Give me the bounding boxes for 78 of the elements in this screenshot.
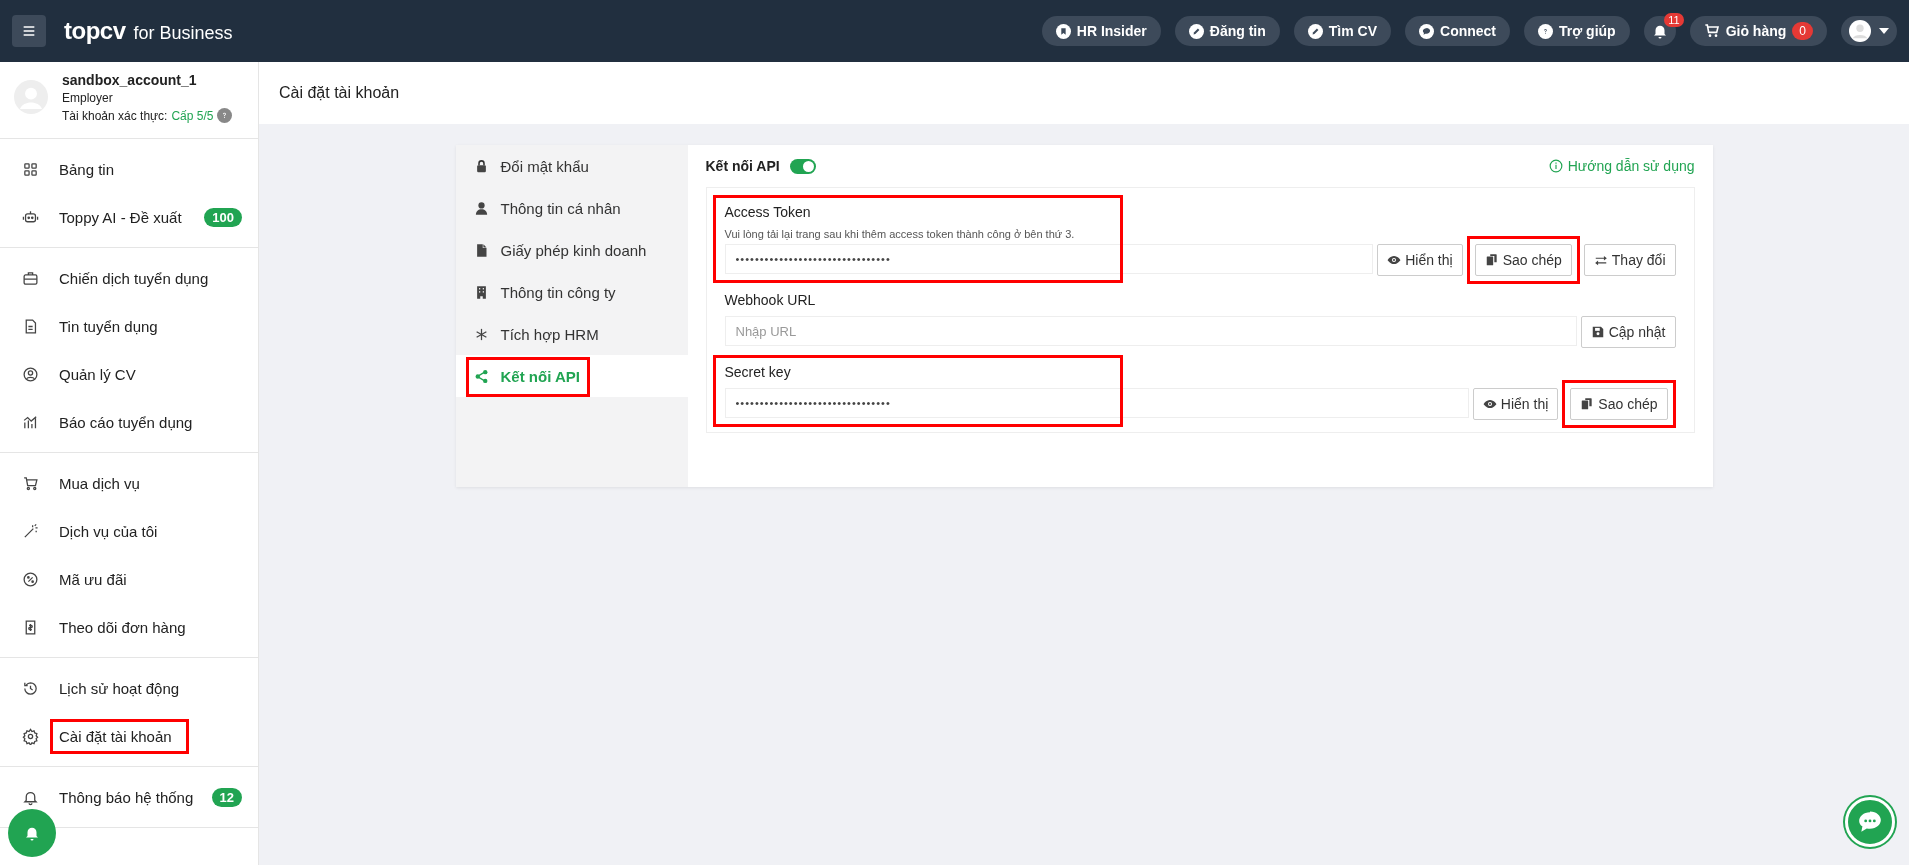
input-field[interactable]: •••••••••••••••••••••••••••••••• bbox=[724, 244, 1374, 274]
nav-icon bbox=[1188, 23, 1204, 39]
gear-icon bbox=[22, 727, 39, 745]
nav-button[interactable]: Trợ giúp bbox=[1524, 16, 1630, 46]
menu-icon bbox=[21, 23, 37, 39]
action-button[interactable]: Cập nhật bbox=[1580, 316, 1676, 348]
input-field[interactable]: •••••••••••••••••••••••••••••••• bbox=[724, 388, 1469, 418]
nav-button[interactable]: HR Insider bbox=[1041, 16, 1161, 46]
share-icon bbox=[473, 368, 489, 384]
copy-icon bbox=[1484, 253, 1499, 267]
account-name: sandbox_account_1 bbox=[62, 72, 198, 88]
field-label: Access Token bbox=[724, 204, 812, 220]
menu-button[interactable] bbox=[12, 15, 46, 47]
eye-icon bbox=[1482, 397, 1497, 411]
nav-button[interactable]: Đăng tin bbox=[1174, 16, 1280, 46]
nav-icon bbox=[1307, 23, 1323, 39]
cart-icon bbox=[1703, 23, 1720, 39]
settings-tab[interactable]: Tích hợp HRM bbox=[455, 313, 688, 355]
sidebar-item[interactable]: Dịch vụ của tôi bbox=[0, 507, 258, 555]
grid-icon bbox=[22, 160, 39, 178]
logo[interactable]: topcv for Business bbox=[64, 17, 233, 45]
notification-count: 11 bbox=[1664, 13, 1684, 27]
verification-label: Tài khoản xác thực: bbox=[62, 108, 168, 123]
account-menu-button[interactable] bbox=[1841, 16, 1897, 46]
action-button[interactable]: Hiển thị bbox=[1472, 388, 1559, 420]
toggle-label: Kết nối API bbox=[705, 158, 780, 174]
toggle-switch[interactable] bbox=[789, 158, 816, 174]
cart-button[interactable]: Giỏ hàng 0 bbox=[1689, 16, 1827, 46]
notification-button[interactable] bbox=[8, 809, 56, 857]
sidebar-item[interactable]: Chiến dịch tuyển dụng bbox=[0, 254, 258, 302]
user-circle-icon bbox=[22, 365, 39, 383]
action-button[interactable]: Thay đổi bbox=[1583, 244, 1676, 276]
nav-button[interactable]: Tìm CV bbox=[1293, 16, 1391, 46]
copy-icon bbox=[1580, 397, 1595, 411]
nav-button[interactable]: Connect bbox=[1405, 16, 1510, 46]
settings-tab[interactable]: Thông tin công ty bbox=[455, 271, 688, 313]
action-button[interactable]: Hiển thị bbox=[1377, 244, 1463, 276]
nav-icon bbox=[1538, 23, 1553, 39]
sidebar-item[interactable]: Báo cáo tuyển dụng bbox=[0, 398, 258, 446]
sidebar-item[interactable]: Bảng tin bbox=[0, 145, 258, 193]
sidebar-item[interactable]: Lịch sử hoạt động bbox=[0, 664, 258, 712]
sidebar-item[interactable]: Thông báo hệ thống 12 bbox=[0, 773, 258, 821]
page-title: Cài đặt tài khoản bbox=[279, 84, 400, 102]
help-icon[interactable] bbox=[217, 108, 233, 123]
info-icon bbox=[1548, 159, 1563, 173]
sidebar-item[interactable]: Cài đặt tài khoản bbox=[0, 712, 258, 760]
sidebar-item[interactable]: Mã ưu đãi bbox=[0, 555, 258, 603]
sidebar-item[interactable]: Quản lý CV bbox=[0, 350, 258, 398]
count-badge: 12 bbox=[211, 787, 242, 807]
settings-tab[interactable]: Thông tin cá nhân bbox=[455, 187, 688, 229]
action-button[interactable]: Sao chép bbox=[1474, 244, 1572, 276]
input-field[interactable]: Nhập URL bbox=[724, 316, 1577, 346]
chat-icon bbox=[1857, 809, 1883, 835]
account-role: Employer bbox=[62, 91, 114, 105]
action-button[interactable]: Sao chép bbox=[1570, 388, 1668, 420]
sidebar-item[interactable]: Theo dõi đơn hàng bbox=[0, 603, 258, 651]
settings-tab[interactable]: Giấy phép kinh doanh bbox=[455, 229, 688, 271]
field-hint: Vui lòng tải lại trang sau khi thêm access token thành công ở bên thứ 3. bbox=[724, 228, 1076, 240]
cart-icon bbox=[22, 474, 39, 492]
sidebar-item[interactable]: Toppy AI - Đề xuất 100 bbox=[0, 193, 258, 241]
eye-icon bbox=[1387, 253, 1402, 267]
avatar-icon bbox=[1849, 20, 1871, 42]
sidebar-item[interactable]: Tin tuyển dụng bbox=[0, 302, 258, 350]
caret-icon bbox=[1879, 28, 1889, 34]
field-label: Secret key bbox=[724, 364, 792, 380]
field-label: Webhook URL bbox=[724, 292, 817, 308]
percent-badge-icon bbox=[22, 570, 39, 588]
nav-icon bbox=[1055, 23, 1071, 39]
settings-tab[interactable]: Đổi mật khẩu bbox=[455, 145, 688, 187]
briefcase-icon bbox=[22, 269, 39, 287]
sidebar-item[interactable]: Mua dịch vụ bbox=[0, 459, 258, 507]
swap-arrows-icon bbox=[1593, 253, 1608, 267]
history-icon bbox=[22, 679, 39, 697]
chat-button[interactable] bbox=[1845, 797, 1895, 847]
wand-icon bbox=[22, 522, 39, 540]
nav-icon bbox=[1419, 23, 1434, 39]
count-badge: 100 bbox=[204, 207, 242, 227]
user-icon bbox=[473, 200, 489, 216]
